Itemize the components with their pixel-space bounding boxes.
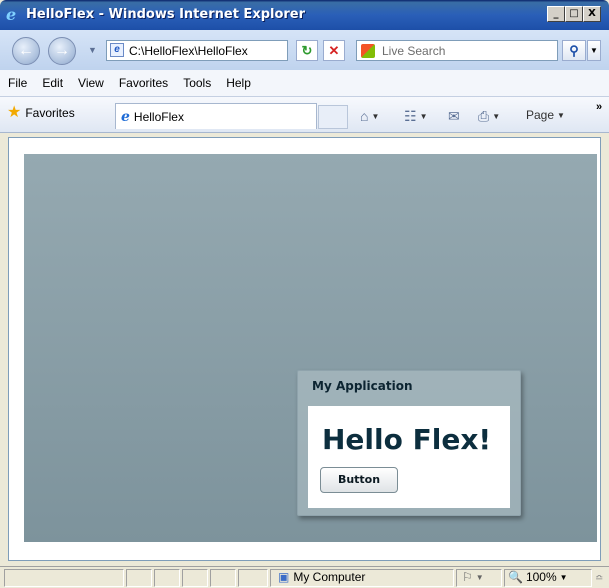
zoom-button[interactable]: 🔍 100% ▼ xyxy=(508,570,568,584)
new-tab-button[interactable] xyxy=(318,105,348,129)
flex-application-stage: My Application Hello Flex! Button xyxy=(24,154,597,542)
menu-favorites[interactable]: Favorites xyxy=(119,76,168,90)
feeds-button[interactable]: ☷ ▼ xyxy=(404,108,427,125)
status-cell xyxy=(182,569,208,587)
address-bar[interactable]: e C:\HelloFlex\HelloFlex ▼ xyxy=(106,40,388,61)
protected-dropdown-icon: ▼ xyxy=(475,572,484,582)
panel-title: My Application xyxy=(312,379,413,393)
menu-bar: File Edit View Favorites Tools Help xyxy=(0,70,609,97)
panel-body: Hello Flex! Button xyxy=(308,406,510,508)
search-box[interactable]: Live Search xyxy=(356,40,558,61)
history-dropdown-icon[interactable]: ▼ xyxy=(88,45,97,55)
address-input[interactable]: C:\HelloFlex\HelloFlex xyxy=(129,44,248,58)
search-button[interactable]: ⚲ xyxy=(562,40,586,61)
home-button[interactable]: ⌂ ▼ xyxy=(360,108,379,124)
menu-tools[interactable]: Tools xyxy=(183,76,211,90)
page-label: Page xyxy=(526,108,555,122)
back-button[interactable]: ← xyxy=(12,37,40,65)
app-button[interactable]: Button xyxy=(320,467,398,493)
menu-file[interactable]: File xyxy=(8,76,27,90)
status-cell xyxy=(154,569,180,587)
search-options-button[interactable]: ▼ xyxy=(587,40,601,61)
favorites-button[interactable]: ★ Favorites xyxy=(7,104,75,121)
home-dropdown-icon: ▼ xyxy=(371,111,380,121)
toolbar-overflow-icon[interactable]: » xyxy=(596,101,602,113)
page-icon: e xyxy=(110,43,124,57)
search-input[interactable]: Live Search xyxy=(382,44,445,58)
ie-page-icon: e xyxy=(121,108,130,125)
magnifier-icon: ⚲ xyxy=(569,43,579,58)
status-text-cell xyxy=(4,569,124,587)
shield-icon: ⚐ xyxy=(462,570,473,584)
window-controls: _ □ X xyxy=(547,6,601,22)
refresh-button[interactable]: ↻ xyxy=(296,40,318,61)
window-title: HelloFlex - Windows Internet Explorer xyxy=(26,7,306,22)
zoom-level: 100% xyxy=(525,570,557,584)
forward-arrow-icon: → xyxy=(54,42,70,59)
minimize-button[interactable]: _ xyxy=(547,6,565,22)
status-cell xyxy=(210,569,236,587)
page-content: My Application Hello Flex! Button xyxy=(8,137,601,561)
home-icon: ⌂ xyxy=(360,108,369,124)
forward-button[interactable]: → xyxy=(48,37,76,65)
back-arrow-icon: ← xyxy=(18,42,34,59)
printer-icon: ⎙ xyxy=(478,108,490,124)
menu-view[interactable]: View xyxy=(78,76,104,90)
star-icon: ★ xyxy=(7,104,22,121)
status-cell xyxy=(238,569,268,587)
zone-label: My Computer xyxy=(293,570,366,584)
page-menu-button[interactable]: Page ▼ xyxy=(526,108,565,122)
status-bar: ▣ My Computer ⚐ ▼ 🔍 100% ▼ ≏ xyxy=(0,566,609,588)
print-button[interactable]: ⎙ ▼ xyxy=(478,108,500,125)
application-panel: My Application Hello Flex! Button xyxy=(297,370,521,516)
print-dropdown-icon: ▼ xyxy=(492,112,501,121)
menu-edit[interactable]: Edit xyxy=(42,76,63,90)
zoom-icon: 🔍 xyxy=(508,570,523,584)
favorites-bar: ★ Favorites e HelloFlex ⌂ ▼ ☷ ▼ ✉ ⎙ ▼ Page ▼… xyxy=(0,97,609,133)
tab-label: HelloFlex xyxy=(133,109,184,124)
menu-help[interactable]: Help xyxy=(226,76,251,90)
ie-logo-icon: e xyxy=(6,5,17,24)
title-bar[interactable]: e HelloFlex - Windows Internet Explorer … xyxy=(0,0,609,30)
maximize-button[interactable]: □ xyxy=(565,6,583,22)
stop-button[interactable]: ✕ xyxy=(323,40,345,61)
protected-mode-button[interactable]: ⚐ ▼ xyxy=(462,570,484,584)
mail-button[interactable]: ✉ xyxy=(448,108,460,125)
close-button[interactable]: X xyxy=(583,6,601,22)
rss-icon: ☷ xyxy=(404,108,417,124)
feeds-dropdown-icon: ▼ xyxy=(419,112,428,121)
hello-heading: Hello Flex! xyxy=(322,423,492,456)
mail-icon: ✉ xyxy=(448,108,460,124)
favorites-label: Favorites xyxy=(25,106,75,120)
stop-icon: ✕ xyxy=(328,43,340,58)
computer-icon: ▣ xyxy=(278,570,290,584)
navigation-bar: ← → ▼ e C:\HelloFlex\HelloFlex ▼ ↻ ✕ Liv… xyxy=(0,30,609,70)
page-dropdown-icon: ▼ xyxy=(557,110,565,120)
status-cell xyxy=(126,569,152,587)
zone-indicator[interactable]: ▣ My Computer xyxy=(278,570,365,584)
live-search-icon xyxy=(361,44,375,58)
zoom-dropdown-icon: ▼ xyxy=(559,572,568,582)
resize-grip-icon[interactable]: ≏ xyxy=(595,573,603,584)
tab-helloflex[interactable]: e HelloFlex xyxy=(115,103,317,129)
refresh-icon: ↻ xyxy=(301,43,313,58)
